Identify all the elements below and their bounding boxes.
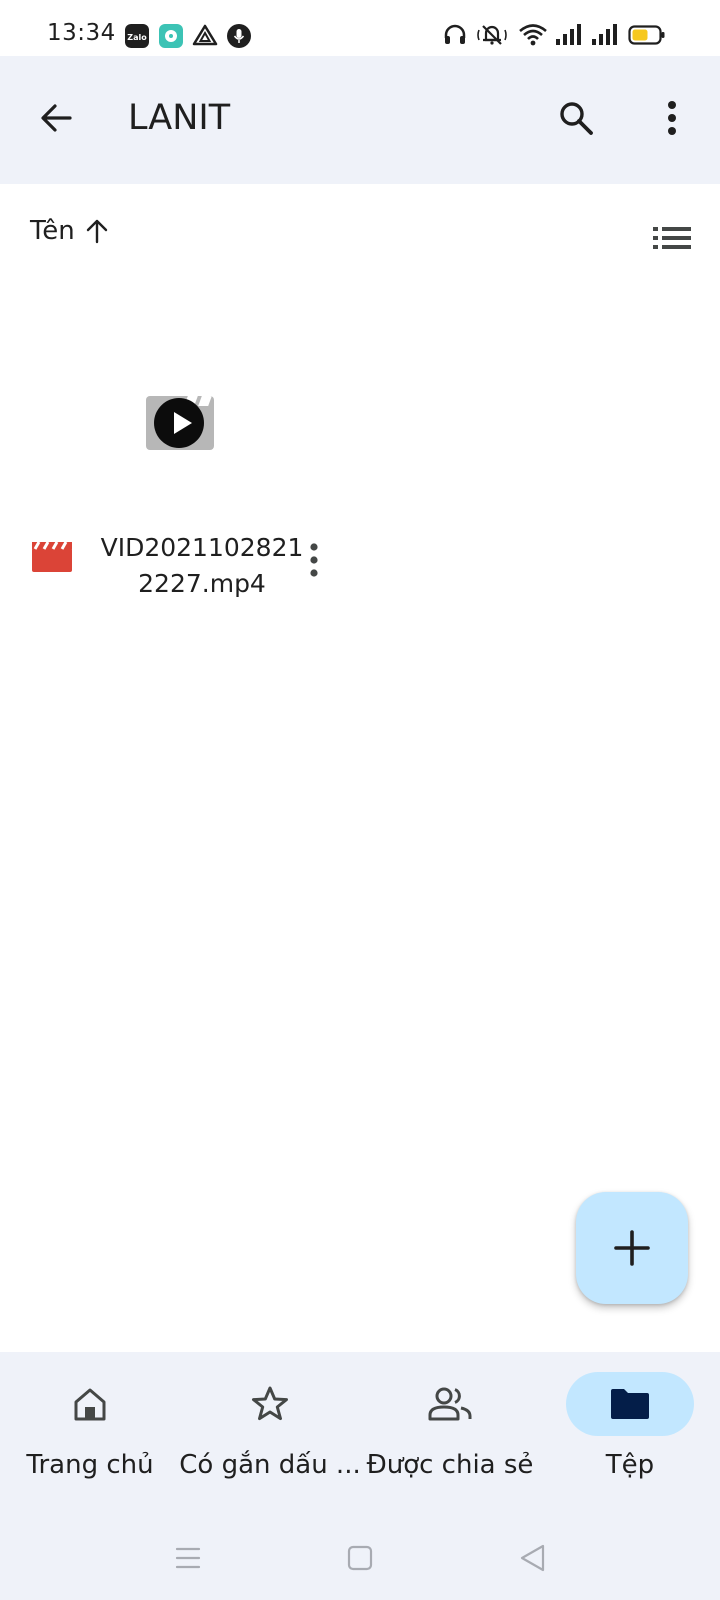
wifi-icon [518,22,548,52]
search-button[interactable] [550,92,602,144]
music-app-icon [158,23,184,49]
nav-item-starred[interactable]: Có gắn dấu ... [179,1372,361,1492]
arrow-up-icon [86,219,107,244]
movie-icon [32,541,72,572]
nav-label-home: Trang chủ [26,1450,154,1480]
nav-label-shared: Được chia sẻ [366,1450,534,1480]
nav-item-shared[interactable]: Được chia sẻ [360,1372,540,1492]
status-bar: 13:34 Zalo [0,0,720,56]
arrow-back-icon [41,104,72,132]
thumbnail-clapper-stripe [198,396,212,406]
microphone-icon [226,23,252,49]
back-triangle-icon [520,1544,545,1572]
plus-icon [614,1230,650,1266]
file-card[interactable]: VID20211028212227.mp4 [20,290,340,620]
search-icon [560,102,593,135]
play-icon [154,398,204,448]
nav-icon-container-active [566,1372,694,1436]
back-system-button[interactable] [512,1530,552,1586]
sort-button[interactable]: Tên [30,216,109,246]
list-view-icon [653,227,691,249]
zalo-logo-text: Zalo [127,33,147,42]
video-thumbnail[interactable] [146,396,214,450]
page-title: LANIT [128,98,231,138]
zalo-app-icon: Zalo [124,23,150,49]
home-square-icon [347,1545,373,1571]
muted-bell-icon [476,22,508,52]
nav-label-starred: Có gắn dấu ... [179,1450,361,1480]
signal-icon [590,22,618,52]
battery-icon [628,22,666,52]
nav-item-files[interactable]: Tệp [540,1372,720,1492]
nav-item-home[interactable]: Trang chủ [0,1372,180,1492]
drive-app-icon [192,23,218,49]
sort-row: Tên [0,210,720,266]
new-button[interactable] [576,1192,688,1304]
more-options-button[interactable] [646,92,698,144]
nav-icon-container [26,1372,154,1436]
system-navigation-bar [0,1530,720,1586]
nav-icon-container [386,1372,514,1436]
signal-icon [554,22,582,52]
folder-icon [611,1389,649,1419]
sort-label: Tên [30,216,75,246]
status-time: 13:34 [47,20,116,46]
file-more-options-button[interactable] [296,536,332,584]
more-vert-icon [310,543,318,577]
people-icon [428,1387,472,1421]
play-triangle [174,412,192,434]
list-view-toggle[interactable] [648,216,696,260]
menu-icon [175,1547,201,1569]
more-vert-icon [668,101,676,135]
headset-icon [442,22,468,52]
back-button[interactable] [30,92,82,144]
star-icon [252,1386,288,1421]
home-system-button[interactable] [340,1530,380,1586]
recents-button[interactable] [168,1530,208,1586]
home-icon [74,1388,106,1421]
nav-icon-container [206,1372,334,1436]
file-name: VID20211028212227.mp4 [100,533,304,598]
app-bar: LANIT [0,56,720,184]
nav-label-files: Tệp [605,1450,655,1480]
